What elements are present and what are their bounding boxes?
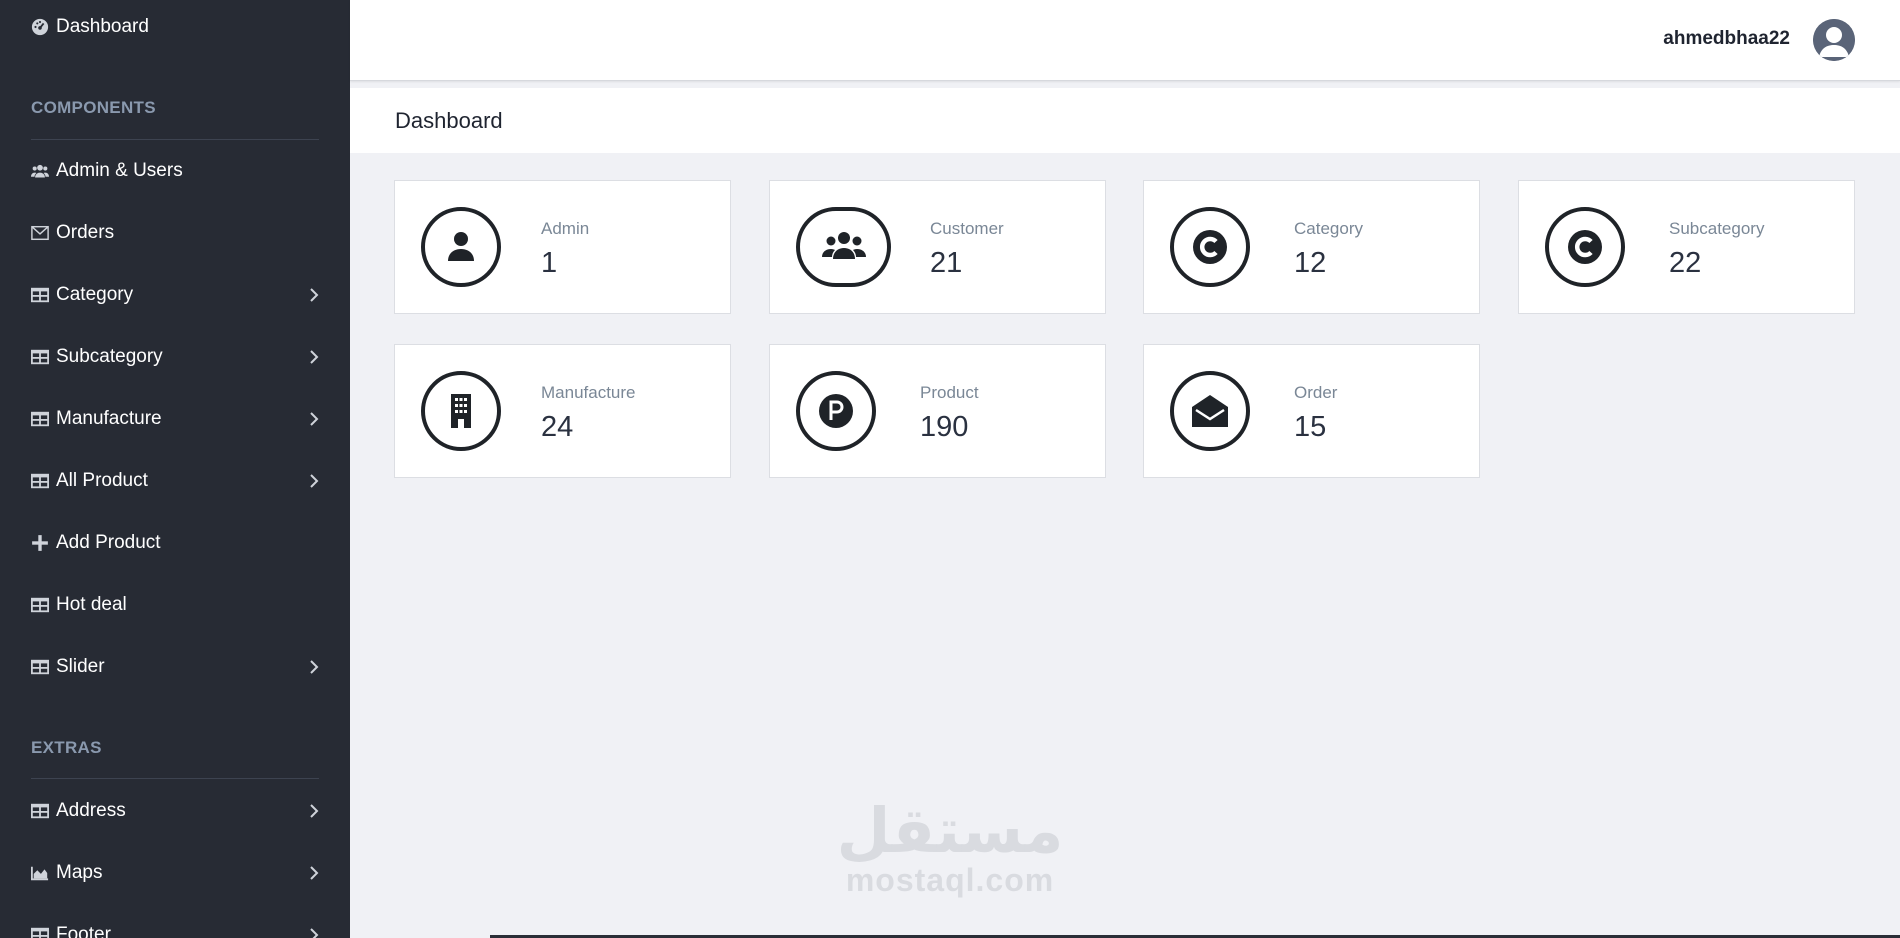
stat-card-value: 21 [930, 247, 963, 279]
stat-card-category[interactable]: Category 12 [1143, 180, 1480, 314]
sidebar-item-label: All Product [56, 470, 148, 491]
sidebar-item-maps[interactable]: Maps [30, 853, 320, 893]
stat-card-label: Subcategory [1669, 219, 1765, 238]
table-icon [30, 925, 50, 938]
stat-card-value: 1 [541, 247, 558, 279]
chevron-right-icon [308, 866, 320, 880]
watermark-arabic: مستقل [836, 794, 1064, 867]
envelope-open-icon [1170, 371, 1250, 451]
stat-card-order[interactable]: Order 15 [1143, 344, 1480, 478]
sidebar-item-label: Hot deal [56, 594, 127, 615]
stat-card-label: Product [920, 383, 979, 402]
sidebar-item-admin-users[interactable]: Admin & Users [30, 151, 320, 191]
topbar: ahmedbhaa22 [350, 0, 1900, 81]
area-chart-icon [30, 863, 50, 883]
sidebar-item-address[interactable]: Address [30, 791, 320, 831]
table-icon [30, 471, 50, 491]
sidebar-item-footer[interactable]: Footer [30, 915, 320, 938]
table-icon [30, 595, 50, 615]
sidebar-item-hot-deal[interactable]: Hot deal [30, 585, 320, 625]
sidebar-item-label: Maps [56, 862, 103, 883]
stat-card-product[interactable]: Product 190 [769, 344, 1106, 478]
sidebar-item-label: Slider [56, 656, 105, 677]
chevron-right-icon [308, 288, 320, 302]
building-icon [421, 371, 501, 451]
sidebar-item-label: Subcategory [56, 346, 163, 367]
sidebar: Dashboard COMPONENTS Admin & Users Order… [0, 0, 350, 938]
sidebar-item-dashboard[interactable]: Dashboard [30, 7, 320, 47]
chevron-right-icon [308, 350, 320, 364]
stat-card-value: 12 [1294, 247, 1327, 279]
stat-card-label: Category [1294, 219, 1363, 238]
sidebar-item-slider[interactable]: Slider [30, 647, 320, 687]
copyright-icon [1170, 207, 1250, 287]
section-heading-components: COMPONENTS [31, 98, 156, 117]
sidebar-item-orders[interactable]: Orders [30, 213, 320, 253]
chevron-right-icon [308, 412, 320, 426]
page-title: Dashboard [395, 108, 503, 133]
table-icon [30, 801, 50, 821]
plus-icon [30, 533, 50, 553]
stat-card-label: Order [1294, 383, 1338, 402]
sidebar-item-label: Footer [56, 924, 111, 938]
stat-card-admin[interactable]: Admin 1 [394, 180, 731, 314]
envelope-icon [30, 223, 50, 243]
section-divider [31, 139, 319, 140]
stat-card-value: 190 [920, 411, 969, 443]
section-heading-extras: EXTRAS [31, 738, 102, 757]
users-icon [796, 207, 891, 287]
sidebar-item-manufacture[interactable]: Manufacture [30, 399, 320, 439]
table-icon [30, 409, 50, 429]
username[interactable]: ahmedbhaa22 [1663, 28, 1790, 50]
sidebar-item-all-product[interactable]: All Product [30, 461, 320, 501]
users-icon [30, 161, 50, 181]
sidebar-item-label: Address [56, 800, 126, 821]
sidebar-item-label: Admin & Users [56, 160, 183, 181]
stat-card-subcategory[interactable]: Subcategory 22 [1518, 180, 1855, 314]
stat-card-customer[interactable]: Customer 21 [769, 180, 1106, 314]
stat-card-label: Customer [930, 219, 1004, 238]
copyright-icon [1545, 207, 1625, 287]
dashboard-gauge-icon [30, 17, 50, 37]
chevron-right-icon [308, 804, 320, 818]
watermark-latin: mostaql.com [845, 862, 1055, 898]
sidebar-item-label: Manufacture [56, 408, 162, 429]
stat-card-value: 15 [1294, 411, 1327, 443]
sidebar-item-subcategory[interactable]: Subcategory [30, 337, 320, 377]
product-p-icon [796, 371, 876, 451]
table-icon [30, 347, 50, 367]
chevron-right-icon [308, 928, 320, 938]
stat-card-label: Manufacture [541, 383, 636, 402]
page-header: Dashboard [350, 88, 1900, 153]
sidebar-item-add-product[interactable]: Add Product [30, 523, 320, 563]
sidebar-item-label: Add Product [56, 532, 161, 553]
user-icon [421, 207, 501, 287]
sidebar-item-label: Category [56, 284, 134, 305]
stat-card-label: Admin [541, 219, 590, 238]
sidebar-item-label: Dashboard [56, 16, 149, 37]
chevron-right-icon [308, 474, 320, 488]
stat-card-value: 22 [1669, 247, 1702, 279]
section-divider [31, 778, 319, 779]
sidebar-item-label: Orders [56, 222, 115, 243]
user-avatar-icon[interactable] [1813, 19, 1855, 61]
stat-card-manufacture[interactable]: Manufacture 24 [394, 344, 731, 478]
chevron-right-icon [308, 660, 320, 674]
stat-card-value: 24 [541, 411, 574, 443]
sidebar-item-category[interactable]: Category [30, 275, 320, 315]
watermark-logo: مستقل mostaql.com [835, 794, 1065, 899]
table-icon [30, 285, 50, 305]
table-icon [30, 657, 50, 677]
